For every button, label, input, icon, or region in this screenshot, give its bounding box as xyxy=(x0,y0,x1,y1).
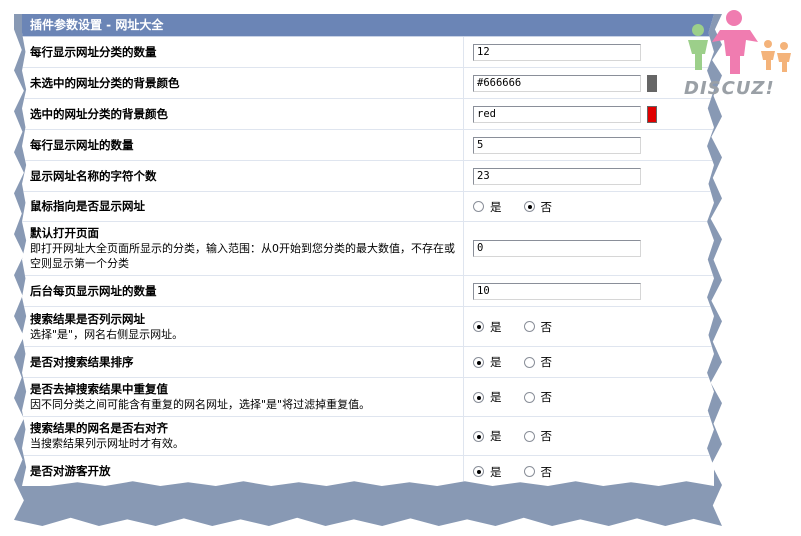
search-dedupe-radio-group: 是 否 xyxy=(473,389,574,405)
setting-row-search-list-url: 搜索结果是否列示网址 选择"是"，网名右侧显示网址。 是 否 xyxy=(22,307,714,347)
search-list-url-no[interactable]: 否 xyxy=(523,319,552,335)
setting-row-category-per-row: 每行显示网址分类的数量 12 xyxy=(22,37,714,68)
search-dedupe-no[interactable]: 否 xyxy=(523,389,552,405)
links-per-row-input[interactable]: 5 xyxy=(473,136,641,154)
setting-label: 搜索结果是否列示网址 xyxy=(30,311,145,326)
unselected-color-swatch[interactable] xyxy=(647,74,657,92)
radio-button[interactable] xyxy=(523,430,535,442)
discuz-logo: DISCUZ! xyxy=(676,4,798,104)
search-sort-radio-group: 是 否 xyxy=(473,354,574,370)
setting-row-name-length: 显示网址名称的字符个数 23 xyxy=(22,161,714,192)
search-right-align-radio-group: 是 否 xyxy=(473,428,574,444)
default-page-input[interactable]: 0 xyxy=(473,240,641,257)
setting-label: 鼠标指向是否显示网址 xyxy=(30,199,145,213)
search-right-align-yes[interactable]: 是 xyxy=(473,428,502,444)
hover-show-url-no[interactable]: 否 xyxy=(523,199,552,215)
radio-button[interactable] xyxy=(523,391,535,403)
unselected-color-input[interactable]: #666666 xyxy=(473,74,641,92)
selected-color-swatch[interactable] xyxy=(647,105,657,123)
radio-button-checked[interactable] xyxy=(473,356,484,368)
setting-row-admin-per-page: 后台每页显示网址的数量 10 xyxy=(22,276,714,307)
radio-button-checked[interactable] xyxy=(473,466,484,477)
radio-button[interactable] xyxy=(523,321,535,332)
setting-label: 后台每页显示网址的数量 xyxy=(30,283,157,298)
setting-row-search-sort: 是否对搜索结果排序 是 否 xyxy=(22,347,714,378)
setting-description: 选择"是"，网名右侧显示网址。 xyxy=(30,327,184,341)
setting-description: 当搜索结果列示网址时才有效。 xyxy=(30,437,184,450)
setting-row-hover-show-url: 鼠标指向是否显示网址 是 否 xyxy=(22,192,714,222)
setting-label: 显示网址名称的字符个数 xyxy=(30,168,157,183)
radio-button-checked[interactable] xyxy=(473,321,484,332)
search-sort-no[interactable]: 否 xyxy=(523,354,552,370)
radio-button-checked[interactable] xyxy=(473,391,484,403)
setting-row-search-dedupe: 是否去掉搜索结果中重复值 因不同分类之间可能含有重复的网名网址，选择"是"将过滤… xyxy=(22,378,714,417)
selected-color-input[interactable]: red xyxy=(473,105,641,123)
hover-show-url-radio-group: 是 否 xyxy=(473,199,574,215)
radio-button-checked[interactable] xyxy=(523,201,535,212)
setting-label: 是否去掉搜索结果中重复值 xyxy=(30,382,168,396)
radio-button[interactable] xyxy=(523,356,535,368)
setting-description: 即打开网址大全页面所显示的分类，输入范围：从0开始到您分类的最大数值，不存在或空… xyxy=(30,242,455,270)
search-right-align-no[interactable]: 否 xyxy=(523,428,552,444)
setting-label: 选中的网址分类的背景颜色 xyxy=(30,106,168,121)
discuz-logo-text: DISCUZ! xyxy=(684,78,775,99)
setting-row-guest-access: 是否对游客开放 是 否 xyxy=(22,456,714,486)
radio-button-checked[interactable] xyxy=(473,430,484,442)
setting-row-selected-color: 选中的网址分类的背景颜色 red xyxy=(22,99,714,130)
search-sort-yes[interactable]: 是 xyxy=(473,354,502,370)
setting-label: 是否对搜索结果排序 xyxy=(30,354,134,369)
guest-access-no[interactable]: 否 xyxy=(523,464,552,480)
guest-access-yes[interactable]: 是 xyxy=(473,464,502,480)
setting-label: 每行显示网址分类的数量 xyxy=(30,44,157,59)
search-list-url-radio-group: 是 否 xyxy=(473,319,574,335)
search-list-url-yes[interactable]: 是 xyxy=(473,319,502,335)
search-dedupe-yes[interactable]: 是 xyxy=(473,389,502,405)
setting-row-unselected-color: 未选中的网址分类的背景颜色 #666666 xyxy=(22,68,714,99)
setting-label: 未选中的网址分类的背景颜色 xyxy=(30,75,180,90)
setting-row-search-right-align: 搜索结果的网名是否右对齐 当搜索结果列示网址时才有效。 是 否 xyxy=(22,417,714,456)
panel-title: 插件参数设置 - 网址大全 xyxy=(22,14,714,37)
setting-row-links-per-row: 每行显示网址的数量 5 xyxy=(22,130,714,161)
guest-access-radio-group: 是 否 xyxy=(473,464,574,480)
setting-description: 因不同分类之间可能含有重复的网名网址，选择"是"将过滤掉重复值。 xyxy=(30,398,371,411)
setting-row-default-page: 默认打开页面 即打开网址大全页面所显示的分类，输入范围：从0开始到您分类的最大数… xyxy=(22,222,714,276)
people-logo-icon xyxy=(688,10,791,74)
radio-button[interactable] xyxy=(473,201,484,212)
settings-panel: 插件参数设置 - 网址大全 每行显示网址分类的数量 12 未选中的网址分类的背景… xyxy=(22,14,714,486)
admin-per-page-input[interactable]: 10 xyxy=(473,282,641,300)
category-per-row-input[interactable]: 12 xyxy=(473,43,641,61)
radio-button[interactable] xyxy=(523,466,535,477)
setting-label: 默认打开页面 xyxy=(30,226,99,240)
name-length-input[interactable]: 23 xyxy=(473,167,641,185)
setting-label: 是否对游客开放 xyxy=(30,464,111,478)
setting-label: 搜索结果的网名是否右对齐 xyxy=(30,421,168,435)
setting-label: 每行显示网址的数量 xyxy=(30,137,134,152)
hover-show-url-yes[interactable]: 是 xyxy=(473,199,502,215)
